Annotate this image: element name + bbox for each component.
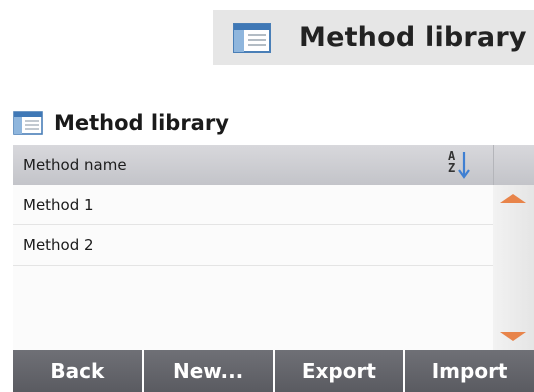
scroll-up-arrow-icon[interactable] xyxy=(493,185,534,209)
sort-az-button[interactable]: A Z xyxy=(445,150,475,182)
export-button[interactable]: Export xyxy=(274,350,406,392)
scrollbar[interactable] xyxy=(493,185,534,350)
page-title: Method library xyxy=(54,111,229,135)
panel-header: Method library xyxy=(13,107,229,139)
method-list: Method 1 Method 2 xyxy=(13,185,493,350)
list-header: Method name A Z xyxy=(13,145,534,185)
sort-az-icon: A Z xyxy=(448,150,455,174)
method-library-icon xyxy=(233,22,271,53)
action-bar: Back New... Export Import xyxy=(13,350,534,392)
sort-letter-bottom: Z xyxy=(448,161,456,175)
sort-arrow-icon xyxy=(458,152,470,179)
list-item[interactable]: Method 1 xyxy=(13,185,493,225)
list-item[interactable]: Method 2 xyxy=(13,225,493,266)
back-button[interactable]: Back xyxy=(13,350,144,392)
title-callout: Method library xyxy=(213,10,534,65)
new-button[interactable]: New... xyxy=(143,350,275,392)
callout-title: Method library xyxy=(299,22,527,53)
header-divider xyxy=(493,145,494,185)
column-header-method-name[interactable]: Method name xyxy=(23,156,127,174)
method-library-icon xyxy=(13,111,43,135)
import-button[interactable]: Import xyxy=(405,350,534,392)
scroll-down-arrow-icon[interactable] xyxy=(493,326,534,350)
